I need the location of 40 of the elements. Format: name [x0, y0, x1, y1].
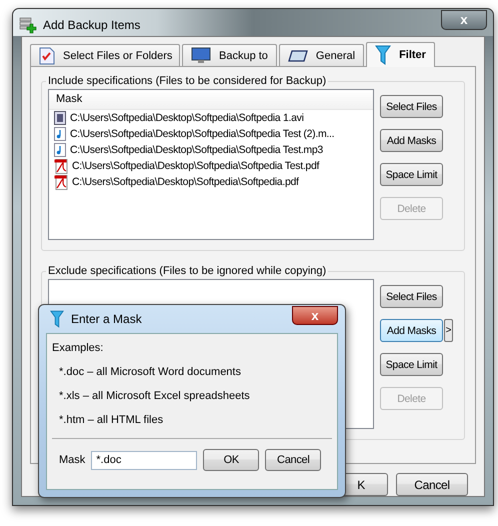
side-button[interactable]: Space Limit [380, 163, 443, 186]
file-path: C:\Users\Softpedia\Desktop\Softpedia\Softpedia.pdf [72, 176, 299, 188]
side-button[interactable]: Select Files [380, 285, 443, 308]
monitor-icon [191, 46, 211, 64]
group-title: Include specifications (Files to be considered for Backup) [47, 75, 328, 87]
tab[interactable]: Select Files or Folders [30, 44, 180, 66]
pdf-file-icon [54, 174, 68, 190]
ok-button[interactable]: OK [203, 449, 260, 471]
example-text: *.doc – all Microsoft Word documents [58, 366, 242, 378]
side-button[interactable]: Add Masks [380, 129, 443, 152]
window-title: Add Backup Items [43, 18, 140, 32]
video-file-icon [54, 111, 66, 125]
close-button[interactable]: x [292, 306, 338, 324]
file-path: C:\Users\Softpedia\Desktop\Softpedia\Softpedia Test.pdf [72, 160, 320, 172]
pdf-file-icon [54, 158, 68, 174]
tab[interactable]: General [278, 44, 364, 66]
side-button[interactable]: Select Files [380, 95, 443, 118]
group-title: Exclude specifications (Files to be ignored while copying) [47, 265, 328, 277]
example-text: *.xls – all Microsoft Excel spreadsheets [58, 390, 251, 402]
examples-heading: Examples: [52, 342, 104, 354]
tab[interactable]: Filter [366, 42, 435, 67]
cancel-button[interactable]: Cancel [396, 473, 468, 496]
dialog-title: Enter a Mask [71, 312, 142, 326]
more-button[interactable]: > [444, 319, 453, 342]
card-icon [288, 48, 308, 62]
add-items-icon [19, 16, 37, 34]
mask-field[interactable]: *.doc [91, 450, 198, 470]
filter-icon [375, 45, 392, 65]
file-path: C:\Users\Softpedia\Desktop\Softpedia\Softpedia Test.mp3 [70, 144, 323, 156]
cancel-button[interactable]: Cancel [265, 449, 322, 471]
file-path: C:\Users\Softpedia\Desktop\Softpedia\Softpedia Test (2).m... [70, 128, 334, 140]
filter-icon [50, 310, 64, 328]
side-button[interactable]: Space Limit [380, 353, 443, 376]
mask-label: Mask [59, 454, 86, 466]
audio-file-icon [54, 127, 66, 141]
example-text: *.htm – all HTML files [58, 414, 164, 426]
audio-file-icon [54, 143, 66, 157]
file-path: C:\Users\Softpedia\Desktop\Softpedia\Softpedia 1.avi [70, 112, 304, 124]
side-button[interactable]: Add Masks [380, 319, 443, 342]
tab[interactable]: Backup to [182, 44, 277, 66]
